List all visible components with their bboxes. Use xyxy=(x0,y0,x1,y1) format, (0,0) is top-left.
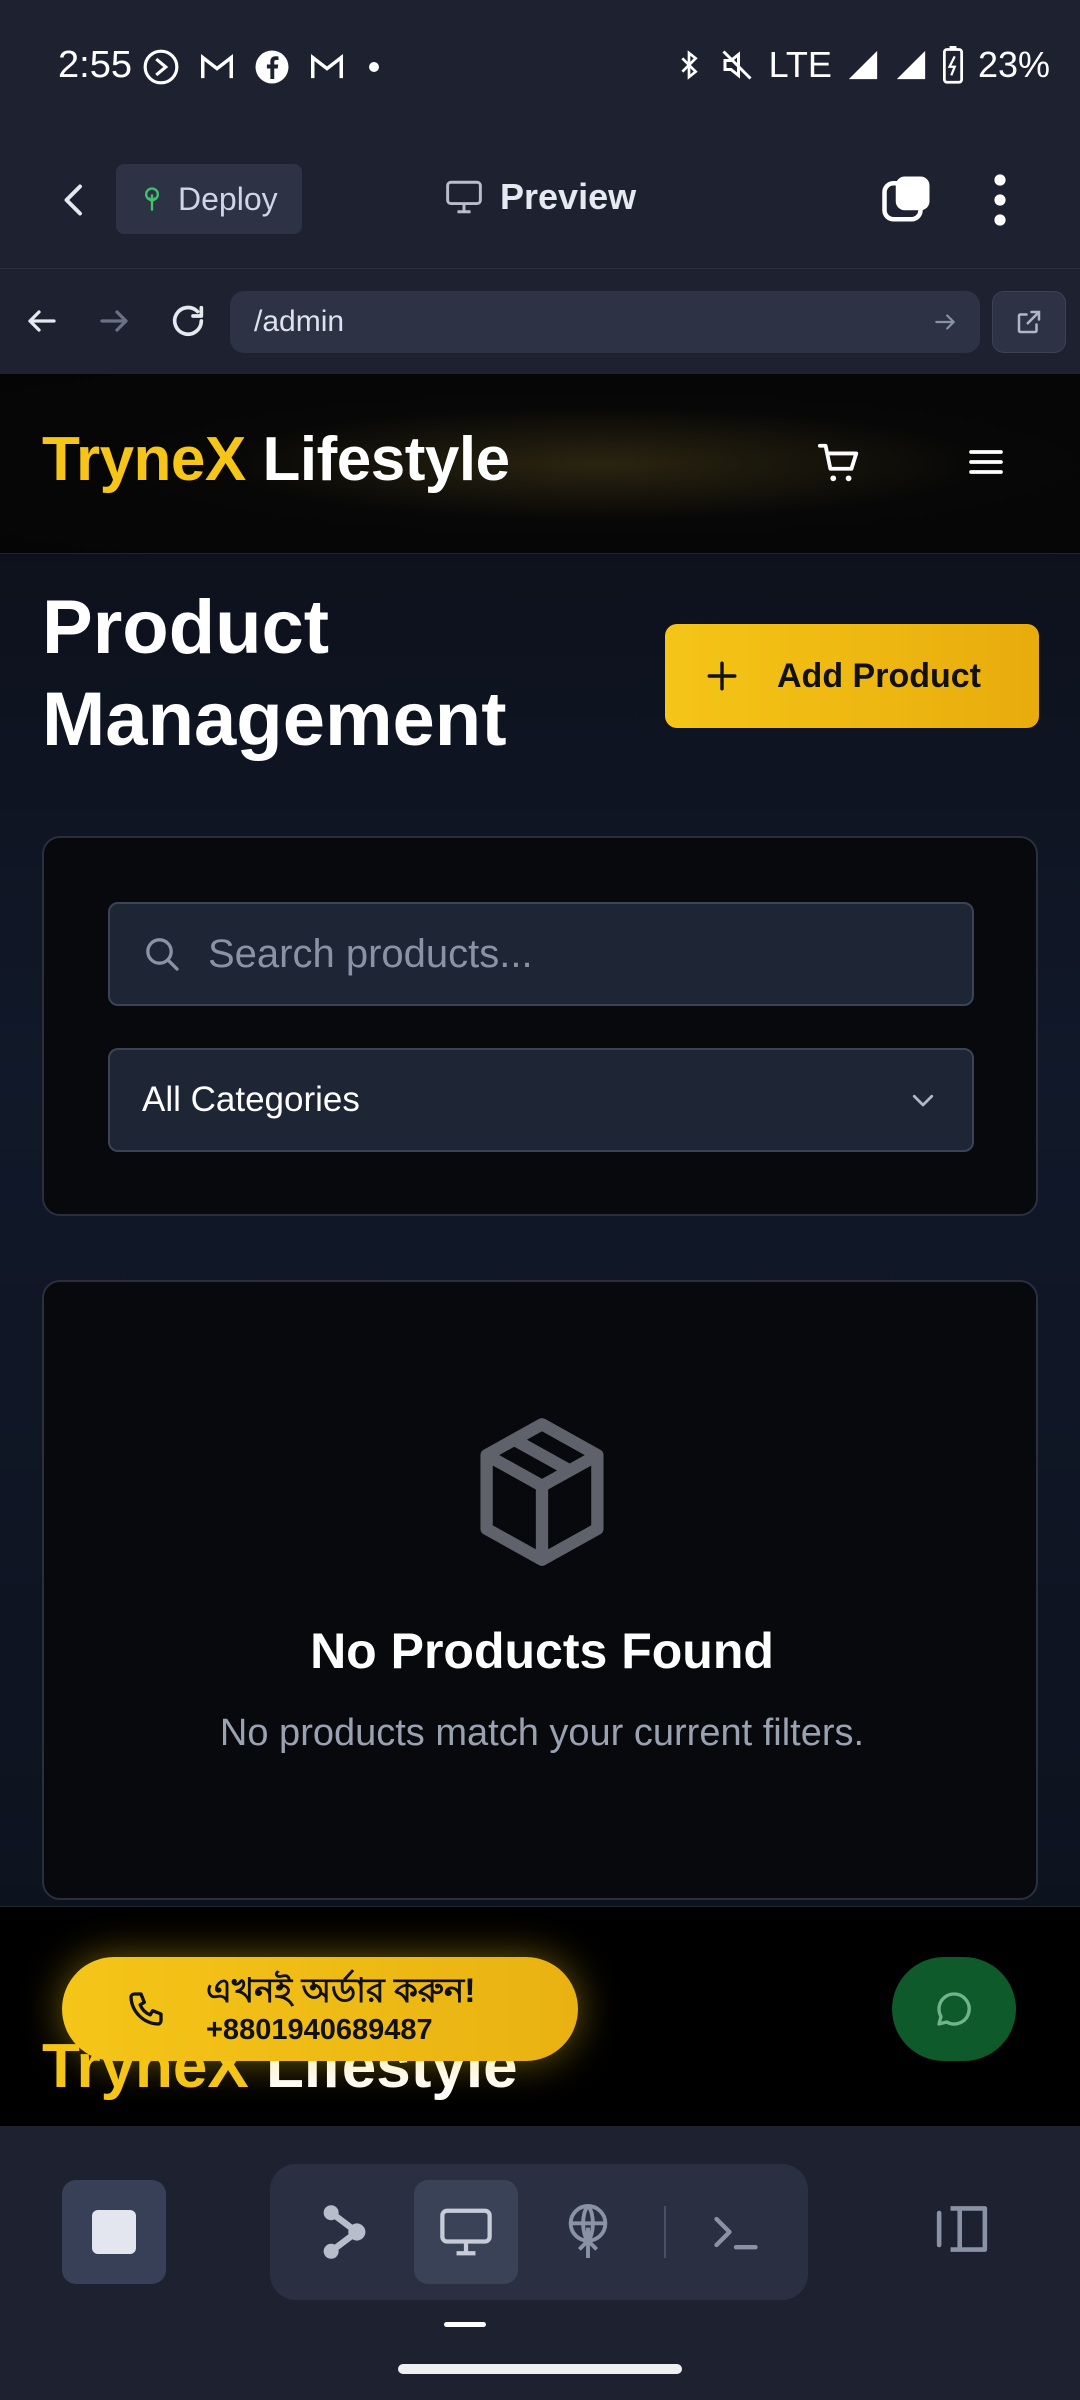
chat-button[interactable] xyxy=(892,1957,1016,2061)
brand-accent: TryneX xyxy=(42,425,246,494)
plus-icon xyxy=(707,661,737,691)
order-now-button[interactable]: এখনই অর্ডার করুন! +8801940689487 xyxy=(62,1957,578,2061)
site-header: TryneX Lifestyle xyxy=(0,374,1080,554)
filter-card: All Categories xyxy=(42,836,1038,1216)
add-product-button[interactable]: Add Product xyxy=(665,624,1039,728)
package-icon xyxy=(480,1418,604,1566)
cart-icon[interactable] xyxy=(816,440,862,486)
drag-handle[interactable] xyxy=(444,2322,486,2327)
signal-icon xyxy=(896,50,926,80)
chat-icon xyxy=(937,1992,971,2026)
order-now-label: এখনই অর্ডার করুন! xyxy=(206,1972,476,2010)
search-icon xyxy=(146,938,179,971)
network-tab[interactable] xyxy=(536,2180,640,2284)
battery-icon xyxy=(942,46,963,84)
search-input[interactable] xyxy=(208,931,908,977)
app-notif-icon xyxy=(143,49,179,85)
preview-tab[interactable]: Preview xyxy=(444,176,636,218)
deploy-button[interactable]: Deploy xyxy=(116,164,302,234)
status-time: 2:55 xyxy=(58,44,132,86)
desktop-tab[interactable] xyxy=(414,2180,518,2284)
dot-icon xyxy=(369,62,379,72)
empty-state-card: No Products Found No products match your… xyxy=(42,1280,1038,1900)
category-select[interactable]: All Categories xyxy=(108,1048,974,1152)
app-toolbar: Deploy Preview xyxy=(0,130,1080,268)
status-bar: 2:55 LTE 23% xyxy=(0,0,1080,130)
chevron-down-icon xyxy=(912,1094,934,1107)
reload-icon[interactable] xyxy=(168,301,208,341)
url-text: /admin xyxy=(254,305,345,338)
back-chevron-icon[interactable] xyxy=(56,180,92,220)
order-phone: +8801940689487 xyxy=(206,2014,433,2046)
stop-button[interactable] xyxy=(62,2180,166,2284)
deploy-label: Deploy xyxy=(178,180,278,217)
preview-label: Preview xyxy=(500,176,637,217)
menu-icon[interactable] xyxy=(966,442,1006,482)
page-title: Product Management xyxy=(42,585,507,762)
more-vert-icon[interactable] xyxy=(984,172,1016,228)
battery-level: 23% xyxy=(977,44,1050,85)
bluetooth-icon xyxy=(680,50,698,80)
panel-icon[interactable] xyxy=(930,2200,994,2258)
view-switcher xyxy=(270,2164,808,2300)
terminal-tab[interactable] xyxy=(684,2180,788,2284)
globe-icon xyxy=(568,2204,608,2258)
mute-icon xyxy=(722,50,752,80)
gmail-icon xyxy=(201,53,233,79)
site-logo[interactable]: TryneX Lifestyle xyxy=(42,424,510,495)
network-type: LTE xyxy=(768,44,832,85)
signal-icon xyxy=(848,50,878,80)
notification-icons xyxy=(142,48,384,86)
go-arrow-icon[interactable] xyxy=(932,309,958,335)
add-product-label: Add Product xyxy=(777,656,981,695)
home-indicator[interactable] xyxy=(398,2364,682,2374)
facebook-icon xyxy=(255,50,289,84)
brand-name: Lifestyle xyxy=(262,425,511,494)
tabs-icon[interactable] xyxy=(880,172,934,226)
gmail-icon xyxy=(311,53,343,79)
search-box[interactable] xyxy=(108,902,974,1006)
system-icons: LTE 23% xyxy=(673,44,1050,86)
open-external-icon xyxy=(1017,310,1041,334)
stop-icon xyxy=(92,2210,136,2254)
monitor-icon xyxy=(446,180,482,214)
url-field[interactable]: /admin xyxy=(230,291,980,353)
open-external-button[interactable] xyxy=(992,291,1066,353)
agent-icon xyxy=(323,2205,366,2259)
empty-title: No Products Found xyxy=(310,1623,774,1679)
url-bar: /admin xyxy=(0,268,1080,374)
arrow-right-icon[interactable] xyxy=(96,303,132,339)
empty-subtitle: No products match your current filters. xyxy=(219,1712,865,1754)
tree-icon xyxy=(145,187,159,211)
tab-divider xyxy=(664,2206,666,2258)
arrow-left-icon[interactable] xyxy=(24,303,60,339)
category-selected: All Categories xyxy=(142,1080,360,1119)
agent-tab[interactable] xyxy=(292,2180,396,2284)
bottom-dock xyxy=(0,2126,1080,2400)
desktop-icon xyxy=(440,2208,492,2256)
phone-icon xyxy=(129,1992,163,2026)
terminal-icon xyxy=(714,2216,758,2250)
webpage: TryneX Lifestyle Product Management Add … xyxy=(0,374,1080,2126)
